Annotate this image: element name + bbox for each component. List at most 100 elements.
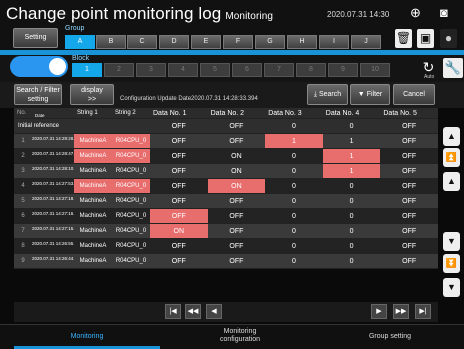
row-string-2: R04CPU_0: [115, 168, 147, 174]
tab-group-b[interactable]: B: [96, 35, 126, 49]
wrench-icon[interactable]: 🔧: [443, 58, 463, 78]
scroll-top-icon[interactable]: ▲: [443, 127, 460, 146]
row-date: 2020.07.31 14:27:53.341: [32, 181, 74, 186]
tab-block-7[interactable]: 7: [264, 63, 294, 77]
tab-group-a[interactable]: A: [65, 35, 95, 49]
row-data-cell: 0: [292, 168, 296, 175]
page-down-icon[interactable]: ⏬: [443, 254, 460, 273]
tab-group-c[interactable]: C: [127, 35, 157, 49]
search-filter-setting-button[interactable]: Search / Filter setting: [14, 84, 62, 105]
tab-group-i[interactable]: I: [319, 35, 349, 49]
row-data-cell: 0: [292, 153, 296, 160]
display-button[interactable]: display >>: [70, 84, 114, 105]
row-data-cell: OFF: [402, 183, 417, 190]
tab-block-6[interactable]: 6: [232, 63, 262, 77]
tab-block-4[interactable]: 4: [168, 63, 198, 77]
row-date: 2020.07.31 14:27:18.718: [32, 196, 74, 201]
table-row[interactable]: 3 2020.07.31 14:28:10.410 MachineA R04CPU_0…: [14, 164, 438, 179]
row-data-cell: 0: [349, 183, 354, 190]
column-header: Date: [35, 113, 45, 118]
tab-block-3[interactable]: 3: [136, 63, 166, 77]
camera-icon[interactable]: ◙: [440, 5, 448, 20]
row-string-2: R04CPU_0: [115, 213, 147, 219]
monitor-toggle[interactable]: [10, 56, 68, 77]
tab-block-2[interactable]: 2: [104, 63, 134, 77]
table-header-row: No. Date String 1 String 2 Data No. 1 Data No…: [14, 108, 438, 119]
tab-block-8[interactable]: 8: [296, 63, 326, 77]
monitoring-configuration-tab[interactable]: Monitoring configuration: [170, 328, 310, 346]
column-header: No.: [17, 110, 27, 116]
tab-group-f[interactable]: F: [223, 35, 253, 49]
row-data-cell: 0: [292, 198, 296, 205]
scroll-down-icon[interactable]: ▼: [443, 232, 460, 251]
cancel-button[interactable]: Cancel: [393, 84, 435, 105]
column-header: Data No. 4: [325, 110, 360, 117]
row-date: 2020.07.31 14:27:16.703: [32, 211, 74, 216]
power-icon[interactable]: ●: [440, 29, 457, 48]
row-data-cell: OFF: [402, 153, 417, 160]
next-page-fast-icon[interactable]: ▶▶: [393, 304, 409, 319]
tab-group-g[interactable]: G: [255, 35, 285, 49]
prev-page-fast-icon[interactable]: ◀◀: [185, 304, 201, 319]
filter-button[interactable]: ▼ Filter: [350, 84, 390, 105]
table-row[interactable]: 9 2020.07.31 14:26:44.041 MachineA R04CPU_0…: [14, 254, 438, 269]
tab-group-h[interactable]: H: [287, 35, 317, 49]
prev-page-icon[interactable]: ◀: [206, 304, 222, 319]
row-string-1: MachineA: [79, 198, 107, 204]
row-data-cell: 0: [292, 243, 296, 250]
row-data-cell: OFF: [402, 243, 417, 250]
tab-group-j[interactable]: J: [351, 35, 381, 49]
column-header: Data No. 1: [153, 110, 187, 117]
row-number: 8: [21, 243, 25, 249]
save-icon[interactable]: ▣: [417, 29, 434, 48]
tab-group-e[interactable]: E: [191, 35, 221, 49]
tab-block-5[interactable]: 5: [200, 63, 230, 77]
row-date: 2020.07.31 14:27:15.197: [32, 226, 74, 231]
row-data-cell: 1: [322, 149, 381, 163]
table-row[interactable]: 2 2020.07.31 14:28:47.696MachineAR04CPU_0…: [14, 149, 438, 164]
datetime-display: 2020.07.31 14:30: [327, 10, 390, 19]
search-icon: ⤓: [313, 91, 317, 98]
globe-icon[interactable]: ⊕: [410, 5, 421, 21]
row-date: 2020.07.31 14:28:47.696: [32, 151, 74, 156]
row-data-cell: 1: [349, 138, 354, 145]
page-subtitle: Monitoring: [225, 11, 274, 22]
last-page-icon[interactable]: ▶|: [415, 304, 431, 319]
monitoring-tab[interactable]: Monitoring: [14, 328, 160, 346]
page-up-icon[interactable]: ⏫: [443, 148, 460, 167]
row-data-cell: OFF: [402, 213, 417, 220]
reference-value: 0: [292, 123, 296, 130]
row-number: 4: [21, 183, 25, 189]
table-row[interactable]: 1 2020.07.31 14:29:28.308MachineAR04CPU_0…: [14, 134, 438, 149]
tab-block-9[interactable]: 9: [328, 63, 358, 77]
row-data-cell: OFF: [150, 209, 208, 223]
table-row[interactable]: 6 2020.07.31 14:27:16.703 MachineA R04CPU_0…: [14, 209, 438, 224]
row-number: 7: [21, 228, 25, 234]
tab-group-d[interactable]: D: [159, 35, 189, 49]
table-row[interactable]: 7 2020.07.31 14:27:15.197 MachineA R04CPU_0…: [14, 224, 438, 239]
table-row[interactable]: 8 2020.07.31 14:26:55.102 MachineA R04CPU_0…: [14, 239, 438, 254]
row-data-cell: OFF: [229, 138, 244, 145]
scroll-bottom-icon[interactable]: ▼: [443, 278, 460, 297]
table-row[interactable]: 4 2020.07.31 14:27:53.341MachineAR04CPU_0…: [14, 179, 438, 194]
row-string-1: MachineA: [79, 213, 107, 219]
toggle-knob: [49, 58, 66, 75]
block-label: Block: [72, 55, 90, 62]
search-button[interactable]: ⤓ Search: [307, 84, 348, 105]
row-data-cell: OFF: [402, 258, 417, 265]
row-number: 3: [21, 168, 25, 174]
row-string-2: R04CPU_0: [115, 258, 147, 264]
tab-block-10[interactable]: 10: [360, 63, 390, 77]
row-data-cell: OFF: [171, 138, 186, 145]
row-date: 2020.07.31 14:26:55.102: [32, 241, 74, 246]
next-page-icon[interactable]: ▶: [371, 304, 387, 319]
setting-button[interactable]: Setting: [13, 28, 58, 48]
delete-icon[interactable]: 🗑: [395, 29, 412, 48]
scroll-up-icon[interactable]: ▲: [443, 172, 460, 191]
row-data-cell: 1: [265, 134, 323, 148]
tab-block-1[interactable]: 1: [72, 63, 102, 77]
table-row[interactable]: 5 2020.07.31 14:27:18.718 MachineA R04CPU_0…: [14, 194, 438, 209]
first-page-icon[interactable]: |◀: [165, 304, 181, 319]
group-setting-tab[interactable]: Group setting: [320, 328, 460, 346]
reference-value: OFF: [402, 123, 417, 130]
